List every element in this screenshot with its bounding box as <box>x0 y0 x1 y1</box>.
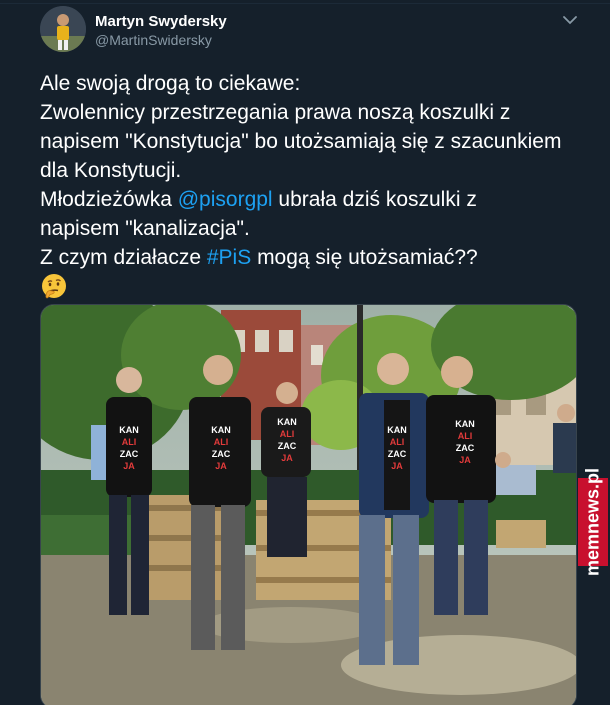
tweet-line: napisem "kanalizacja". <box>40 217 250 240</box>
mention-link[interactable]: @pisorgpl <box>178 188 273 211</box>
emoji-line <box>40 272 585 301</box>
tweet-photo[interactable]: KAN ALI ZAC JA KAN ALI ZAC JA KAN ALI ZA… <box>40 304 577 705</box>
shirt-text-line: KAN <box>387 425 407 435</box>
author-block[interactable]: Martyn Swydersky @MartinSwidersky <box>95 12 227 49</box>
tweet-line: napisem "Konstytucja" bo utożsamiają się… <box>40 130 562 153</box>
shirt-text-line: ALI <box>280 429 295 439</box>
shirt-text-line: JA <box>391 461 403 471</box>
shirt-text-line: JA <box>281 453 293 463</box>
previous-tweet-edge <box>0 0 610 4</box>
tweet-text-segment: Młodzieżówka <box>40 188 178 211</box>
tweet-text-segment: Z czym działacze <box>40 246 207 269</box>
watermark-text: memnews.pl <box>582 467 603 577</box>
author-handle[interactable]: @MartinSwidersky <box>95 31 227 49</box>
tweet-line: Zwolennicy przestrzegania prawa noszą ko… <box>40 101 511 124</box>
shirt-text-line: ZAC <box>278 441 297 451</box>
shirt-text-line: ALI <box>458 431 473 441</box>
shirt-text-line: ZAC <box>456 443 475 453</box>
shirt-text-line: ZAC <box>120 449 139 459</box>
tweet-line: Młodzieżówka @pisorgpl ubrała dziś koszu… <box>40 185 585 214</box>
tweet-line: Ale swoją drogą to ciekawe: <box>40 72 301 95</box>
author-name[interactable]: Martyn Swydersky <box>95 12 227 31</box>
tweet-header: Martyn Swydersky @MartinSwidersky <box>40 6 580 54</box>
avatar[interactable] <box>40 6 86 52</box>
tweet-text-segment: ubrała dziś koszulki z <box>272 188 477 211</box>
shirt-text-line: JA <box>123 461 135 471</box>
shirt-text-line: ZAC <box>388 449 407 459</box>
shirt-text-line: KAN <box>119 425 139 435</box>
tweet-photo-image: KAN ALI ZAC JA KAN ALI ZAC JA KAN ALI ZA… <box>41 305 576 705</box>
chevron-down-icon[interactable] <box>560 10 580 30</box>
tweet-text: Ale swoją drogą to ciekawe: Zwolennicy p… <box>40 69 585 301</box>
watermark-badge: memnews.pl <box>578 468 608 576</box>
shirt-text-line: JA <box>459 455 471 465</box>
shirt-text-line: JA <box>215 461 227 471</box>
shirt-text-line: ALI <box>214 437 229 447</box>
shirt-text-line: KAN <box>455 419 475 429</box>
tweet-line: Z czym działacze #PiS mogą się utożsamia… <box>40 243 585 272</box>
shirt-text-line: KAN <box>211 425 231 435</box>
shirt-text-line: ALI <box>122 437 137 447</box>
tweet-text-segment: mogą się utożsamiać?? <box>251 246 478 269</box>
shirt-text-line: ALI <box>390 437 405 447</box>
tweet-line: dla Konstytucji. <box>40 159 182 182</box>
shirt-text-line: ZAC <box>212 449 231 459</box>
avatar-image <box>40 6 86 52</box>
thinking-face-emoji <box>42 274 66 299</box>
shirt-text-line: KAN <box>277 417 297 427</box>
hashtag-link[interactable]: #PiS <box>207 246 251 269</box>
